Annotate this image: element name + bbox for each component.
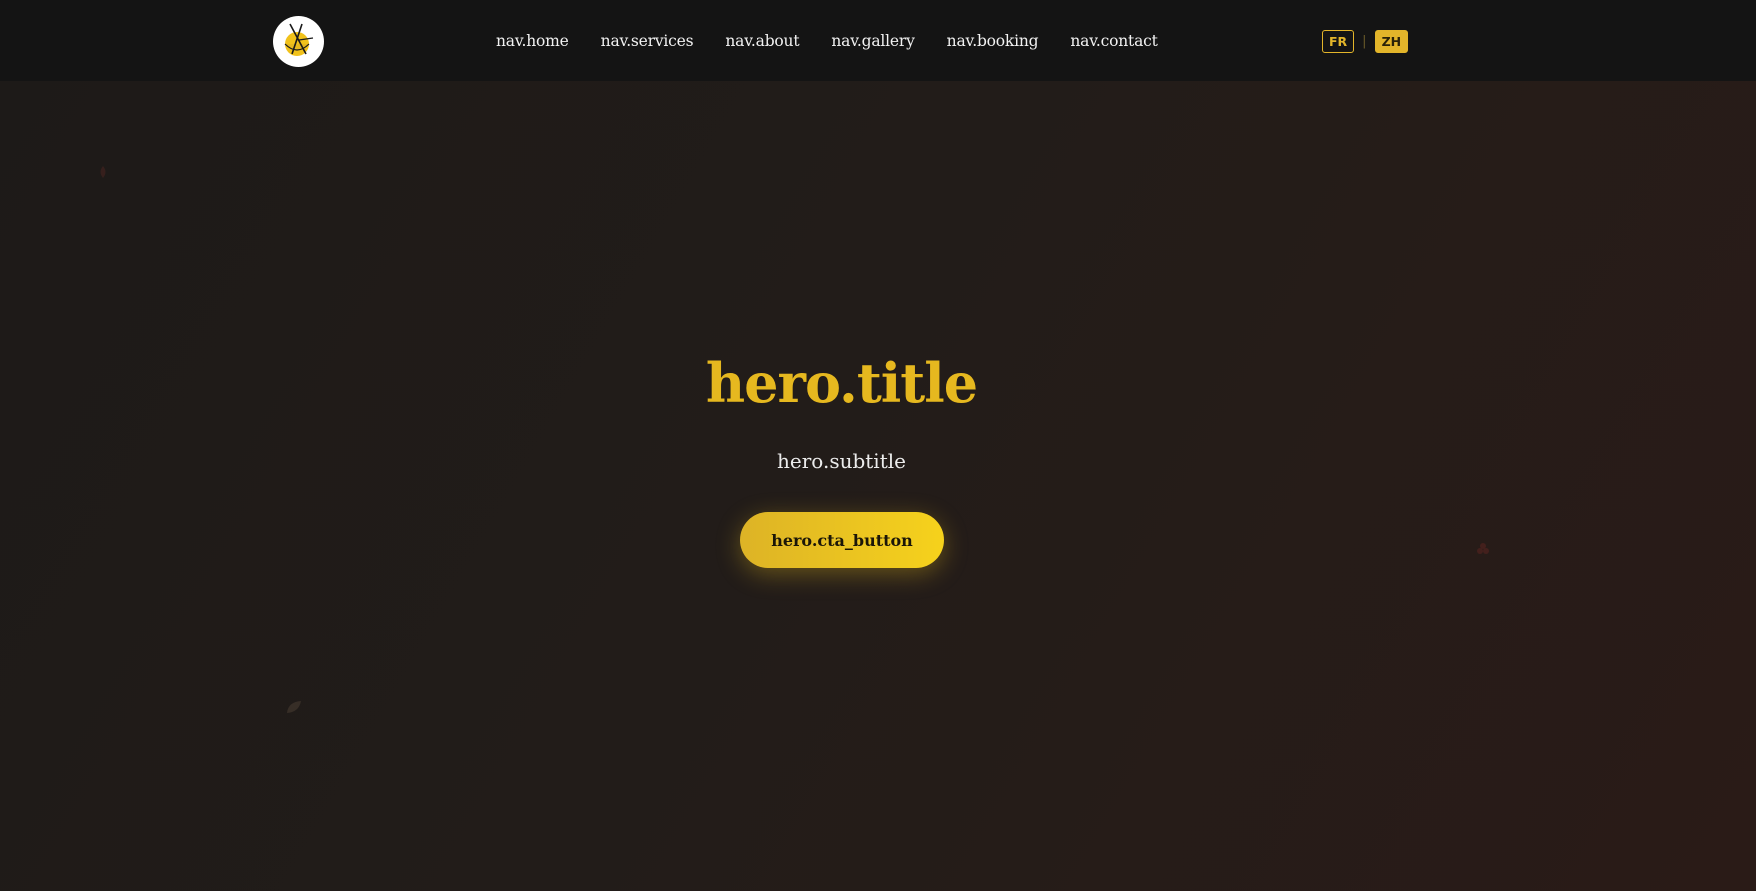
nav-link-services[interactable]: nav.services <box>601 32 694 50</box>
hero-cta-button[interactable]: hero.cta_button <box>740 512 944 568</box>
floating-petal-icon <box>100 166 106 178</box>
language-button-fr[interactable]: FR <box>1322 30 1355 53</box>
page: nav.home nav.services nav.about nav.gall… <box>0 0 1756 891</box>
restaurant-logo-icon <box>273 16 324 67</box>
hero-subtitle: hero.subtitle <box>777 449 906 473</box>
nav-link-contact[interactable]: nav.contact <box>1070 32 1157 50</box>
top-navbar: nav.home nav.services nav.about nav.gall… <box>0 0 1756 81</box>
main-nav: nav.home nav.services nav.about nav.gall… <box>496 0 1158 81</box>
nav-link-about[interactable]: nav.about <box>725 32 799 50</box>
nav-link-gallery[interactable]: nav.gallery <box>831 32 914 50</box>
language-separator: | <box>1362 34 1367 49</box>
floating-leaf-icon <box>287 701 301 713</box>
language-button-zh[interactable]: ZH <box>1374 30 1409 53</box>
floating-flower-icon <box>1477 543 1489 554</box>
hero-title: hero.title <box>705 351 978 415</box>
nav-link-home[interactable]: nav.home <box>496 32 569 50</box>
nav-link-booking[interactable]: nav.booking <box>947 32 1039 50</box>
hero-section: hero.title hero.subtitle hero.cta_button <box>0 81 1756 891</box>
language-switcher: FR | ZH <box>1322 30 1409 53</box>
site-logo[interactable] <box>273 16 324 67</box>
